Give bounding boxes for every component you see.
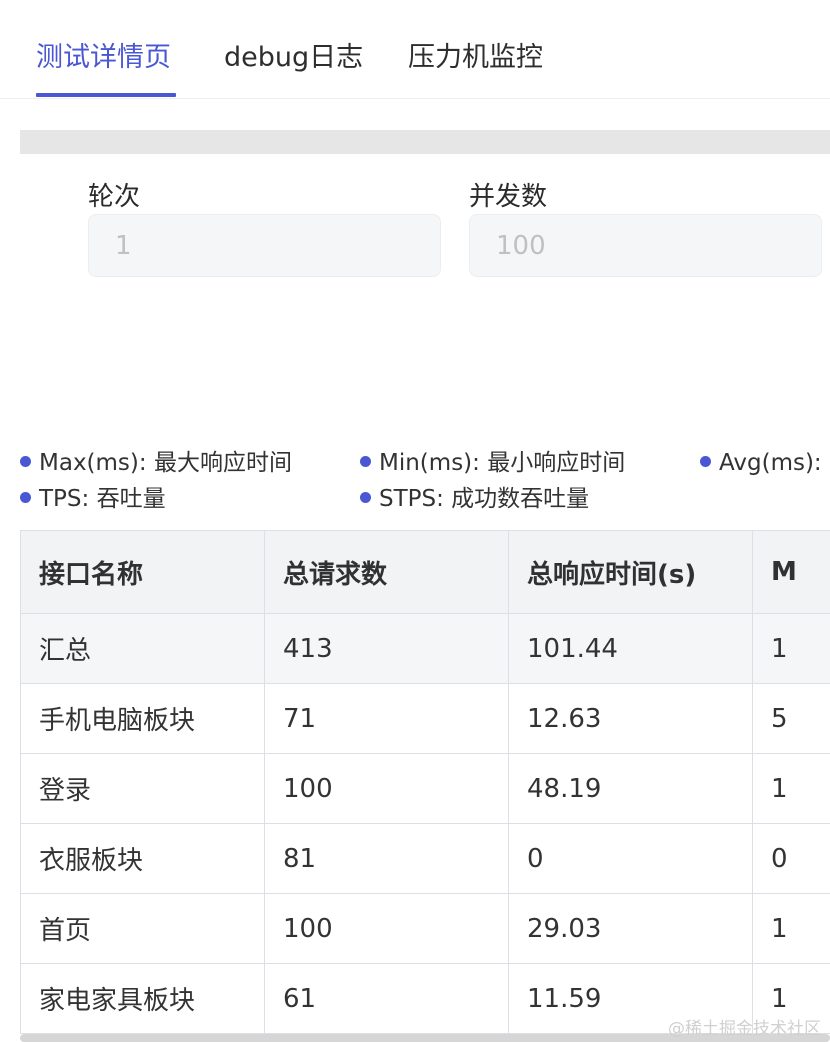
table-row: 登录 100 48.19 1	[20, 753, 830, 824]
bullet-dot-icon	[360, 492, 371, 503]
table-cell: 71	[264, 683, 509, 754]
legend-item-max: Max(ms): 最大响应时间	[20, 443, 292, 477]
legend-text: TPS: 吞吐量	[39, 486, 166, 512]
table-header-row: 接口名称 总请求数 总响应时间(s) M	[20, 530, 830, 614]
table-cell: 100	[264, 893, 509, 964]
table-cell: 81	[264, 823, 509, 894]
legend-text: Min(ms): 最小响应时间	[379, 450, 626, 476]
column-header-total-response-time: 总响应时间(s)	[508, 530, 753, 614]
table-cell: 101.44	[508, 613, 753, 684]
table-row: 衣服板块 81 0 0	[20, 823, 830, 894]
table-cell: 汇总	[20, 613, 265, 684]
table-row: 手机电脑板块 71 12.63 5	[20, 683, 830, 754]
rounds-input[interactable]	[88, 214, 441, 277]
rounds-label: 轮次	[88, 182, 141, 212]
section-header-bar	[20, 130, 830, 154]
table-cell: 29.03	[508, 893, 753, 964]
bullet-dot-icon	[20, 492, 31, 503]
tab-bar: 测试详情页 debug日志 压力机监控	[0, 0, 830, 99]
table-cell: 1	[752, 893, 830, 964]
table-row-summary: 汇总 413 101.44 1	[20, 613, 830, 684]
legend-item-stps: STPS: 成功数吞吐量	[360, 479, 589, 513]
table-cell: 0	[508, 823, 753, 894]
api-stats-table: 接口名称 总请求数 总响应时间(s) M 汇总 413 101.44 1 手机电…	[20, 530, 830, 1034]
table-cell: 家电家具板块	[20, 963, 265, 1034]
concurrency-label: 并发数	[469, 182, 548, 212]
table-cell: 首页	[20, 893, 265, 964]
concurrency-input[interactable]	[469, 214, 822, 277]
active-tab-indicator	[36, 93, 176, 97]
table-cell: 61	[264, 963, 509, 1034]
table-cell: 100	[264, 753, 509, 824]
legend-item-min: Min(ms): 最小响应时间	[360, 443, 625, 477]
table-cell: 5	[752, 683, 830, 754]
column-header-api-name: 接口名称	[20, 530, 265, 614]
table-cell: 手机电脑板块	[20, 683, 265, 754]
table-cell: 12.63	[508, 683, 753, 754]
tab-load-generator-monitor[interactable]: 压力机监控	[408, 36, 543, 80]
legend-text: STPS: 成功数吞吐量	[379, 486, 590, 512]
bullet-dot-icon	[20, 456, 31, 467]
table-row: 首页 100 29.03 1	[20, 893, 830, 964]
table-cell: 48.19	[508, 753, 753, 824]
api-stats-table-container: 接口名称 总请求数 总响应时间(s) M 汇总 413 101.44 1 手机电…	[20, 530, 830, 1040]
legend-text: Max(ms): 最大响应时间	[39, 450, 292, 476]
tab-test-details[interactable]: 测试详情页	[36, 36, 171, 80]
watermark: @稀土掘金技术社区	[668, 1019, 821, 1039]
bullet-dot-icon	[700, 456, 711, 467]
table-cell: 1	[752, 613, 830, 684]
bullet-dot-icon	[360, 456, 371, 467]
legend-item-tps: TPS: 吞吐量	[20, 479, 166, 513]
table-cell: 登录	[20, 753, 265, 824]
column-header-max: M	[752, 530, 830, 614]
tab-debug-log[interactable]: debug日志	[224, 36, 363, 80]
table-cell: 0	[752, 823, 830, 894]
table-cell: 1	[752, 753, 830, 824]
legend-item-avg: Avg(ms): 平	[700, 443, 830, 477]
legend-text: Avg(ms): 平	[719, 450, 830, 476]
table-cell: 衣服板块	[20, 823, 265, 894]
column-header-total-requests: 总请求数	[264, 530, 509, 614]
table-cell: 413	[264, 613, 509, 684]
